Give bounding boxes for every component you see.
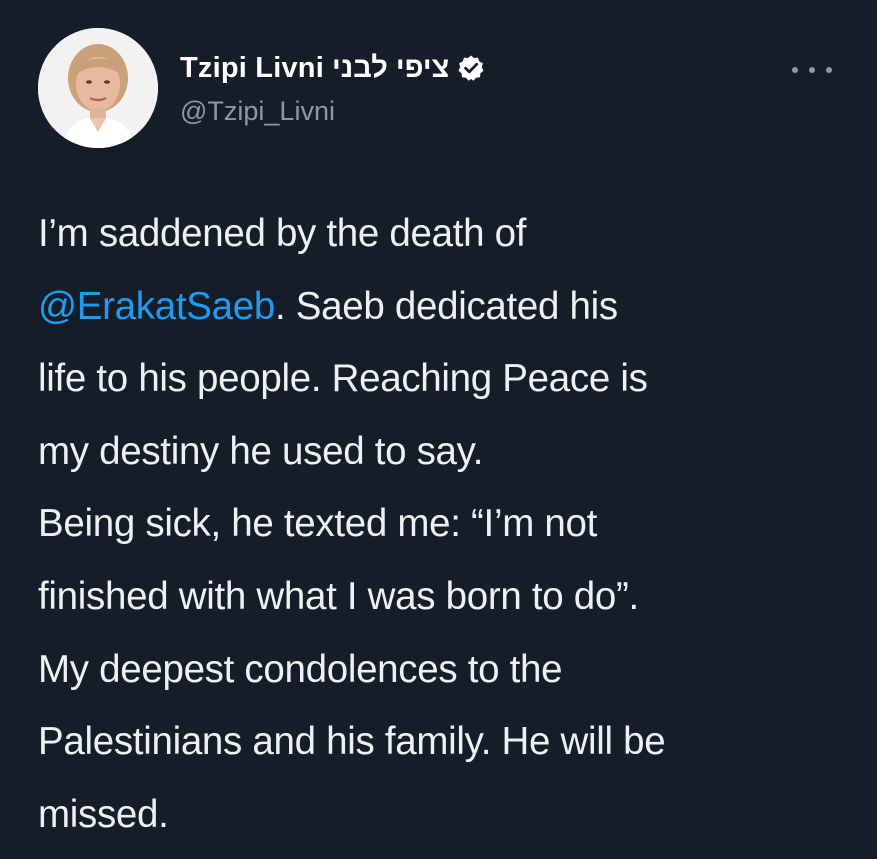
user-handle[interactable]: @Tzipi_Livni — [180, 96, 335, 127]
display-name[interactable]: Tzipi Livni — [180, 52, 324, 85]
tweet-line: life to his people. Reaching Peace is — [38, 357, 648, 401]
mention-link[interactable]: @ErakatSaeb — [38, 285, 275, 328]
tweet-line: I’m saddened by the death of — [38, 212, 527, 255]
tweet-line: missed. — [38, 792, 169, 836]
tweet-text: I’m saddened by the death of @ErakatSaeb… — [38, 198, 853, 851]
more-options-icon[interactable] — [792, 60, 832, 80]
display-name-hebrew[interactable]: ציפי לבני — [332, 52, 449, 85]
more-dot-icon — [809, 67, 815, 73]
name-row: Tzipi Livni ציפי לבני — [180, 50, 485, 86]
tweet-line: @ErakatSaeb. Saeb dedicated his — [38, 271, 853, 344]
tweet-line: my destiny he used to say. — [38, 429, 484, 473]
tweet-line: finished with what I was born to do”. — [38, 574, 639, 618]
more-dot-icon — [792, 67, 798, 73]
more-dot-icon — [826, 67, 832, 73]
avatar[interactable] — [38, 28, 158, 148]
tweet-line: Being sick, he texted me: “I’m not — [38, 502, 597, 546]
tweet-line: My deepest condolences to the — [38, 647, 563, 691]
tweet-line: Palestinians and his family. He will be — [38, 720, 666, 764]
tweet-card: Tzipi Livni ציפי לבני @Tzipi_Livni I’m s… — [0, 0, 877, 859]
verified-badge-icon — [457, 54, 485, 82]
tweet-line-text: . Saeb dedicated his — [274, 284, 618, 328]
avatar-portrait — [38, 28, 158, 148]
tweet-header: Tzipi Livni ציפי לבני @Tzipi_Livni — [38, 28, 838, 152]
